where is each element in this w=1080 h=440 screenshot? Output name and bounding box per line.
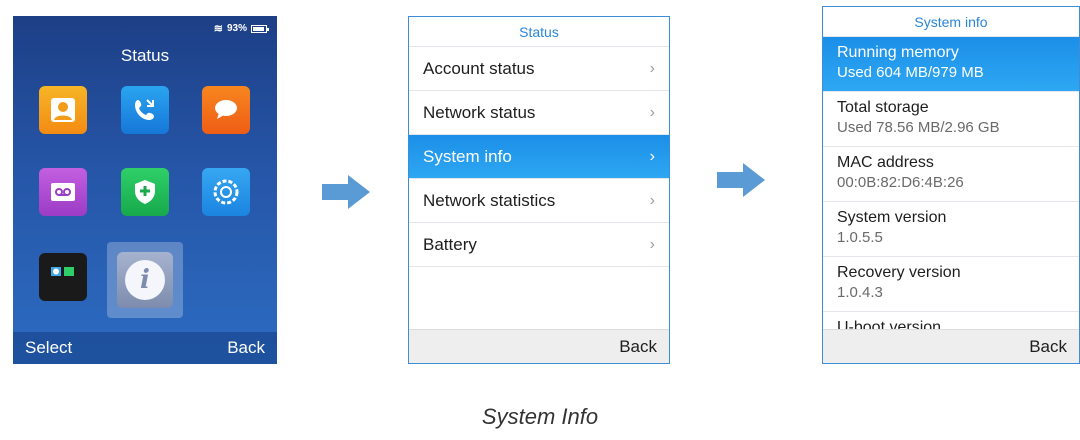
info-value: Used 604 MB/979 MB	[837, 64, 984, 81]
calls-icon[interactable]	[121, 86, 169, 134]
softkey-bar: Select Back	[13, 332, 277, 364]
menu-item-label: Account status	[423, 58, 535, 78]
menu-item-network-statistics[interactable]: Network statistics ›	[409, 179, 669, 223]
menu-item-label: Network statistics	[423, 190, 556, 210]
info-label: MAC address	[837, 154, 934, 171]
messages-icon[interactable]	[202, 86, 250, 134]
voicemail-icon[interactable]	[39, 168, 87, 216]
home-screen: ≋ 93% Status i Select Back	[13, 16, 277, 364]
chevron-right-icon: ›	[649, 103, 655, 121]
softkey-bar: Back	[823, 329, 1079, 363]
menu-item-network-status[interactable]: Network status ›	[409, 91, 669, 135]
screen-title: Status	[120, 46, 170, 65]
info-label: System version	[837, 209, 947, 226]
chevron-right-icon: ›	[649, 191, 655, 209]
menu-item-battery[interactable]: Battery ›	[409, 223, 669, 267]
info-label: Total storage	[837, 99, 929, 116]
settings-icon[interactable]	[202, 168, 250, 216]
screen-title: System info	[823, 7, 1079, 37]
tools-icon[interactable]	[39, 253, 87, 301]
arrow-right-icon	[322, 175, 370, 209]
select-softkey[interactable]: Select	[25, 338, 72, 358]
back-softkey[interactable]: Back	[227, 338, 265, 358]
chevron-right-icon: ›	[649, 147, 655, 165]
chevron-right-icon: ›	[649, 59, 655, 77]
back-softkey[interactable]: Back	[619, 337, 657, 357]
info-glyph: i	[125, 260, 165, 300]
info-value: 00:0B:82:D6:4B:26	[837, 174, 964, 191]
battery-percent: 93%	[226, 23, 247, 34]
info-item-total-storage[interactable]: Total storage Used 78.56 MB/2.96 GB	[823, 92, 1079, 147]
screen-title: Status	[409, 17, 669, 47]
chevron-right-icon: ›	[649, 235, 655, 253]
info-value: 1.0.4.3	[837, 284, 883, 301]
info-item-recovery-version[interactable]: Recovery version 1.0.4.3	[823, 257, 1079, 312]
menu-item-system-info[interactable]: System info ›	[409, 135, 669, 179]
info-item-system-version[interactable]: System version 1.0.5.5	[823, 202, 1079, 257]
info-value: 1.0.5.5	[837, 229, 883, 246]
info-item-mac-address[interactable]: MAC address 00:0B:82:D6:4B:26	[823, 147, 1079, 202]
menu-item-label: System info	[423, 146, 512, 166]
menu-item-label: Network status	[423, 102, 536, 122]
wifi-icon: ≋	[213, 23, 223, 35]
status-menu-screen: Status Account status › Network status ›…	[408, 16, 670, 364]
menu-item-account-status[interactable]: Account status ›	[409, 47, 669, 91]
info-label: Recovery version	[837, 264, 961, 281]
menu-item-label: Battery	[423, 234, 477, 254]
info-value: Used 78.56 MB/2.96 GB	[837, 119, 1000, 136]
back-softkey[interactable]: Back	[1029, 337, 1067, 357]
info-icon[interactable]: i	[117, 252, 173, 308]
figure-caption: System Info	[481, 404, 599, 429]
arrow-right-icon	[717, 163, 765, 197]
info-label: Running memory	[837, 44, 959, 61]
info-item-running-memory[interactable]: Running memory Used 604 MB/979 MB	[823, 37, 1079, 92]
security-icon[interactable]	[121, 168, 169, 216]
status-bar: ≋ 93%	[213, 22, 269, 35]
softkey-bar: Back	[409, 329, 669, 363]
system-info-screen: System info Running memory Used 604 MB/9…	[822, 6, 1080, 364]
battery-icon	[251, 24, 269, 33]
contacts-icon[interactable]	[39, 86, 87, 134]
